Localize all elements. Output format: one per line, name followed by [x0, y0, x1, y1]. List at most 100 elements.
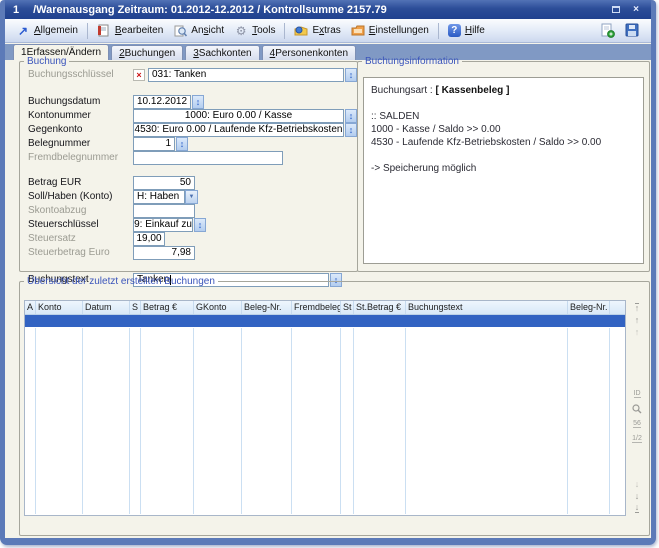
spinner-button[interactable]: ↕ [194, 218, 206, 232]
spinner-button[interactable]: ↕ [345, 123, 357, 137]
column-header-fremdbeleg-nr[interactable]: Fremdbeleg-Nr. [292, 301, 341, 314]
spacer [371, 149, 636, 162]
soll-haben-select[interactable]: H: Haben [133, 190, 185, 204]
spinner-button[interactable]: ↕ [345, 68, 357, 82]
steuerschluessel-label: Steuerschlüssel [28, 219, 133, 230]
window-index: 1 [13, 4, 19, 16]
group-buchung: Buchung Buchungsschlüssel × 031: Tanken … [19, 56, 358, 272]
close-button[interactable]: × [629, 4, 643, 16]
kontonummer-input[interactable]: 1000: Euro 0.00 / Kasse [133, 109, 344, 123]
scroll-to-first-button[interactable]: ↑ [630, 302, 644, 314]
table-header-row: A Konto Datum S Betrag € GKonto Beleg-Nr… [25, 301, 625, 315]
menu-tools-label: Tools [252, 25, 275, 36]
field-row-steuerbetrag-euro: Steuerbetrag Euro 7,98 [28, 246, 357, 259]
fremdbelegnummer-label: Fremdbelegnummer [28, 152, 133, 163]
restore-button[interactable] [609, 4, 623, 16]
column-header-beleg-nr-2[interactable]: Beleg-Nr. 2 [568, 301, 610, 314]
column-st [341, 328, 354, 514]
arrow-up-right-icon: ↗ [16, 24, 30, 38]
bookings-table: A Konto Datum S Betrag € GKonto Beleg-Nr… [24, 300, 626, 516]
spinner-button[interactable]: ↕ [345, 109, 357, 123]
page-down-button[interactable]: ↓ [630, 490, 644, 502]
column-konto [36, 328, 83, 514]
column-header-st[interactable]: St [341, 301, 354, 314]
betrag-eur-label: Betrag EUR [28, 177, 133, 188]
dropdown-arrow-button[interactable]: ▼ [185, 190, 198, 204]
search-icon [632, 404, 642, 414]
save-button[interactable] [624, 23, 641, 39]
clear-x-button[interactable]: × [133, 69, 145, 81]
menu-allgemein[interactable]: ↗ Allgemein [11, 22, 83, 40]
gegenkonto-input[interactable]: 4530: Euro 0.00 / Laufende Kfz-Betriebsk… [133, 123, 344, 137]
column-header-s[interactable]: S [130, 301, 141, 314]
new-document-button[interactable] [599, 23, 616, 39]
spinner-button[interactable]: ↕ [176, 137, 188, 151]
page-up-button[interactable]: ↑ [630, 314, 644, 326]
scroll-to-last-button[interactable]: ↓ [630, 502, 644, 514]
desktop: 1 /Warenausgang Zeitraum: 01.2012-12.201… [0, 0, 659, 548]
box-globe-icon [294, 24, 308, 38]
menu-bearbeiten[interactable]: Bearbeiten [92, 22, 168, 40]
column-header-betrag[interactable]: Betrag € [141, 301, 194, 314]
title-bar[interactable]: 1 /Warenausgang Zeitraum: 01.2012-12.201… [5, 0, 651, 19]
buchungsschluessel-label: Buchungsschlüssel [28, 69, 133, 80]
spacer [20, 165, 357, 175]
steuerbetrag-euro-input[interactable]: 7,98 [133, 246, 195, 260]
field-row-steuerschluessel: Steuerschlüssel 9: Einkauf zu ↕ [28, 218, 357, 231]
column-header-datum[interactable]: Datum [83, 301, 130, 314]
menu-toolbar: ↗ Allgemein Bearbeiten Ansicht ⚙ Tools E… [5, 19, 651, 43]
search-button[interactable] [630, 403, 644, 415]
nav-half-button[interactable]: 1/2 [630, 433, 644, 445]
magnifier-page-icon [173, 24, 187, 38]
menu-ansicht[interactable]: Ansicht [168, 22, 229, 40]
table-nav-strip: ↑ ↑ ↑ ID 56 1/2 ↓ ↓ ↓ [630, 300, 646, 516]
buchungsdatum-input[interactable]: 10.12.2012 /Mo [133, 95, 191, 109]
menu-einstellungen[interactable]: Einstellungen [346, 22, 434, 40]
belegnummer-input[interactable]: 1 [133, 137, 175, 151]
record-id-button[interactable]: ID [630, 388, 644, 400]
group-uebersicht: Übersicht der zuletzt erstellten Buchung… [19, 276, 650, 536]
column-header-filler [610, 301, 625, 314]
row-down-button[interactable]: ↓ [630, 478, 644, 490]
record-id-icon: ID [634, 390, 641, 398]
group-uebersicht-legend: Übersicht der zuletzt erstellten Buchung… [24, 276, 218, 287]
menu-einstellungen-label: Einstellungen [369, 25, 429, 36]
menu-tools[interactable]: ⚙ Tools [229, 22, 280, 40]
column-header-st-betrag[interactable]: St.Betrag € [354, 301, 406, 314]
nav-56-button[interactable]: 56 [630, 418, 644, 430]
group-buchungsinformation: Buchungsinformation Buchungsart : [ Kass… [357, 56, 650, 272]
field-row-buchungsschluessel: Buchungsschlüssel × 031: Tanken ↕ [28, 68, 357, 81]
column-a [25, 328, 36, 514]
help-icon: ? [448, 24, 461, 37]
app-window: 1 /Warenausgang Zeitraum: 01.2012-12.201… [0, 0, 656, 545]
table-body[interactable] [25, 328, 625, 514]
steuersatz-input[interactable]: 19,00 [133, 232, 165, 246]
menu-hilfe[interactable]: ? Hilfe [443, 22, 490, 39]
column-header-buchungstext[interactable]: Buchungstext [406, 301, 568, 314]
page-down-icon: ↓ [635, 492, 640, 501]
column-header-konto[interactable]: Konto [36, 301, 83, 314]
column-header-a[interactable]: A [25, 301, 36, 314]
close-icon: × [633, 4, 639, 15]
column-header-gkonto[interactable]: GKonto [194, 301, 242, 314]
betrag-eur-input[interactable]: 50 [133, 176, 195, 190]
edit-notebook-icon [97, 24, 111, 38]
window-title: /Warenausgang Zeitraum: 01.2012-12.2012 … [33, 4, 387, 16]
menu-extras[interactable]: Extras [289, 22, 345, 40]
spacer [20, 82, 357, 94]
row-up-button[interactable]: ↑ [630, 326, 644, 338]
spinner-button[interactable]: ↕ [192, 95, 204, 109]
selected-empty-row[interactable] [25, 315, 625, 328]
page-up-icon: ↑ [635, 316, 640, 325]
status-line: -> Speicherung möglich [371, 162, 636, 175]
field-row-fremdbelegnummer: Fremdbelegnummer [28, 151, 357, 164]
buchungsschluessel-input[interactable]: 031: Tanken [148, 68, 344, 82]
menu-allgemein-label: Allgemein [34, 25, 78, 36]
buchungsart-value: [ Kassenbeleg ] [435, 85, 509, 96]
toolbar-separator [438, 23, 439, 39]
steuerschluessel-input[interactable]: 9: Einkauf zu [133, 218, 193, 232]
column-header-beleg-nr[interactable]: Beleg-Nr. [242, 301, 292, 314]
folder-settings-icon [351, 24, 365, 38]
fremdbelegnummer-input[interactable] [133, 151, 283, 165]
skontoabzug-input[interactable] [133, 204, 195, 218]
